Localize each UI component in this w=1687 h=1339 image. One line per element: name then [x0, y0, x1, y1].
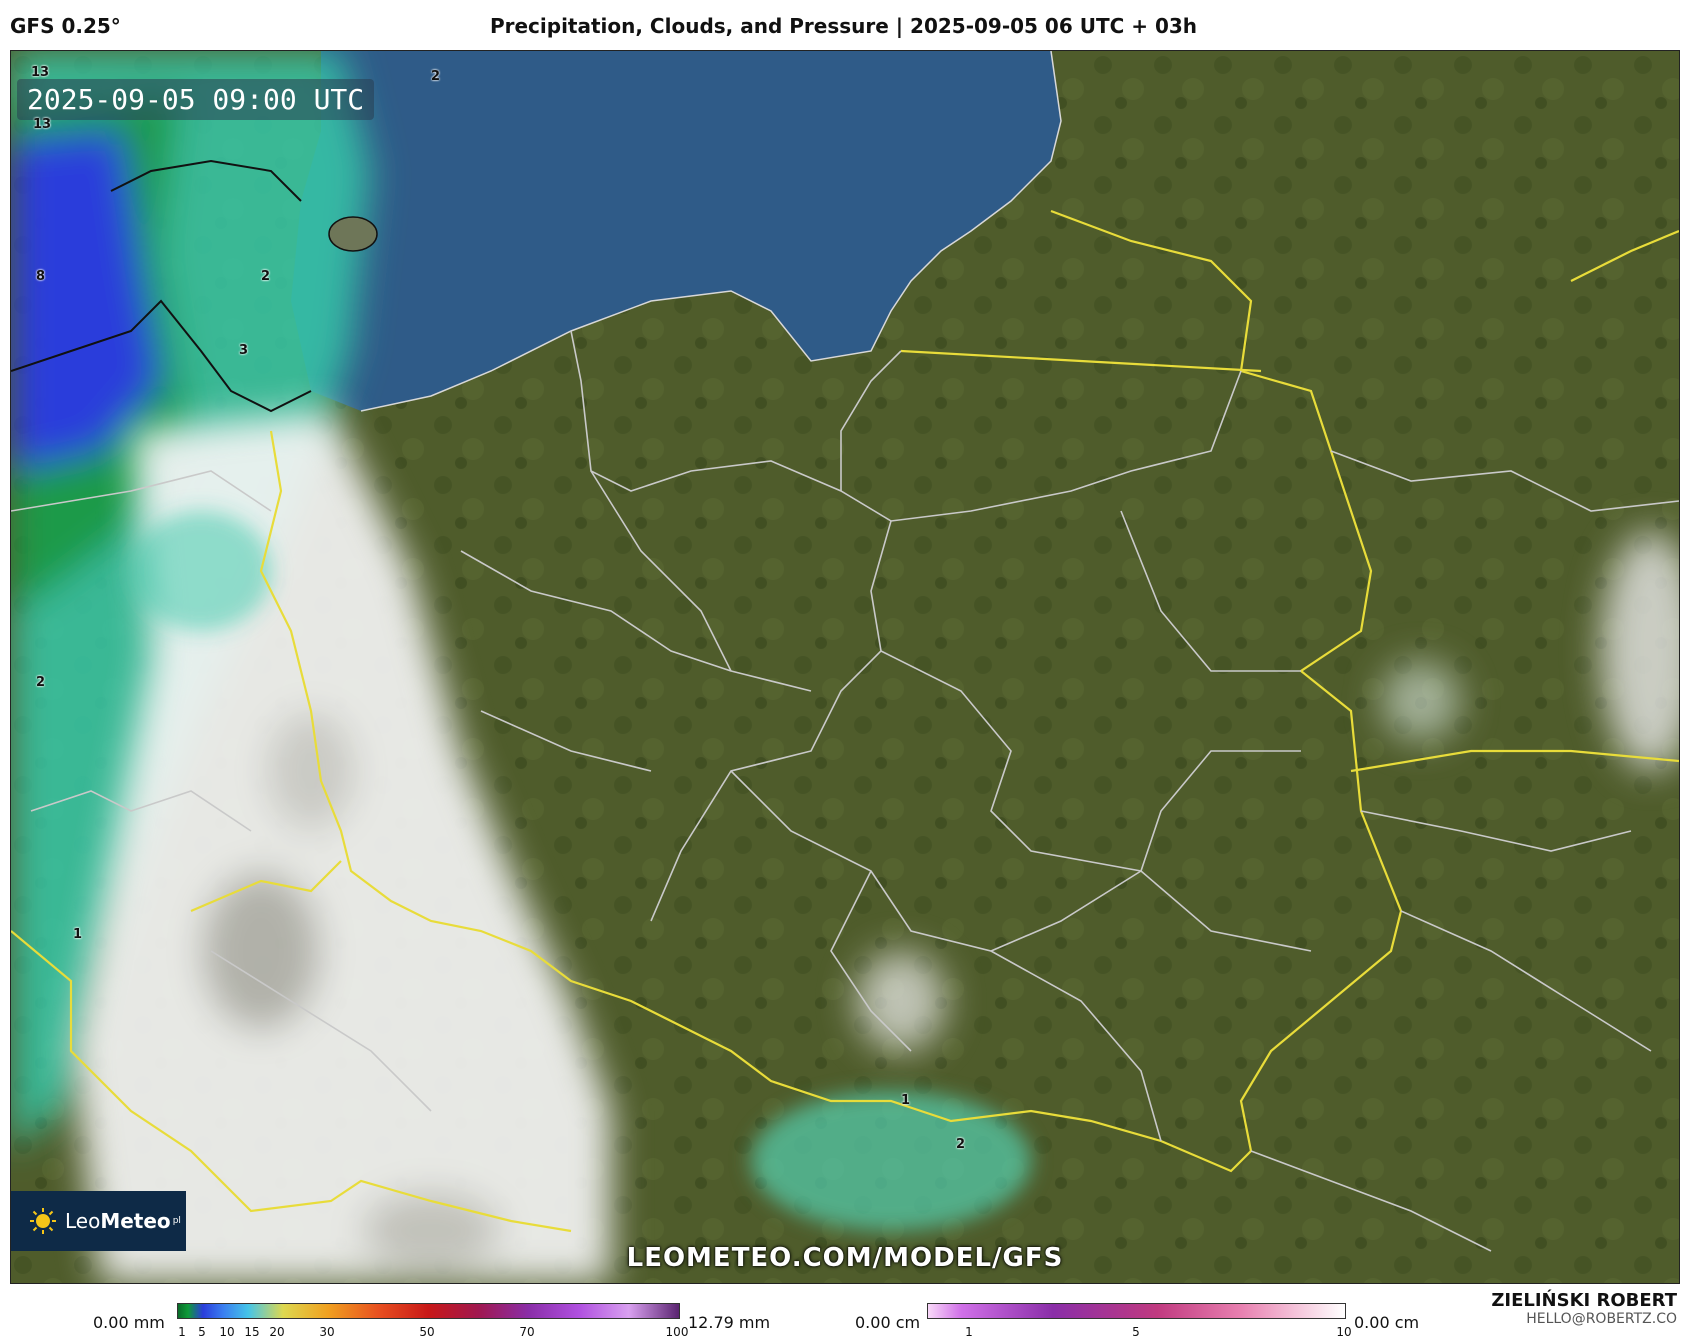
- precip-min-label: 0.00 mm: [93, 1313, 165, 1332]
- precip-tick: 5: [198, 1325, 206, 1339]
- precip-tick: 10: [219, 1325, 235, 1339]
- precip-max-label: 12.79 mm: [688, 1313, 771, 1332]
- author-credit: ZIELIŃSKI ROBERT HELLO@ROBERTZ.CO: [1491, 1290, 1677, 1327]
- snow-tick: 10: [1336, 1325, 1352, 1339]
- map-title: Precipitation, Clouds, and Pressure | 20…: [489, 14, 1198, 38]
- sun-icon: [30, 1208, 56, 1234]
- precip-label: 2: [956, 1137, 966, 1152]
- precip-label: 3: [239, 343, 249, 358]
- bornholm-island: [328, 216, 378, 252]
- precip-tick: 1: [178, 1325, 186, 1339]
- precip-label: 2: [431, 69, 441, 84]
- map-canvas: [11, 51, 1679, 1283]
- logo-text-bold: Meteo: [100, 1209, 171, 1233]
- snow-min-label: 0.00 cm: [855, 1313, 921, 1332]
- logo-text-light: Leo: [65, 1209, 101, 1233]
- precip-label: 13: [31, 65, 50, 80]
- snow-tick: 5: [1132, 1325, 1140, 1339]
- precip-tick: 50: [419, 1325, 435, 1339]
- weather-map[interactable]: 2025-09-05 09:00 UTC 13 2 13 8 2 3 2 1 1…: [10, 50, 1680, 1284]
- precip-label: 13: [33, 117, 52, 132]
- leometeo-logo[interactable]: Leo Meteo pl: [11, 1191, 186, 1251]
- logo-suffix: pl: [172, 1216, 181, 1226]
- watermark-url[interactable]: LEOMETEO.COM/MODEL/GFS: [11, 1243, 1679, 1273]
- snow-colorbar: [927, 1303, 1346, 1319]
- snow-tick: 1: [965, 1325, 973, 1339]
- author-email[interactable]: HELLO@ROBERTZ.CO: [1491, 1311, 1677, 1327]
- precip-colorbar: [177, 1303, 680, 1319]
- precip-tick: 20: [269, 1325, 285, 1339]
- precip-tick: 70: [519, 1325, 535, 1339]
- precip-tick: 15: [244, 1325, 260, 1339]
- author-name: ZIELIŃSKI ROBERT: [1491, 1290, 1677, 1311]
- precip-label: 8: [36, 269, 46, 284]
- precip-label: 2: [36, 675, 46, 690]
- precip-label: 1: [73, 927, 83, 942]
- precip-tick: 100: [665, 1325, 689, 1339]
- valid-time-stamp: 2025-09-05 09:00 UTC: [17, 79, 375, 120]
- precip-label: 2: [261, 269, 271, 284]
- precip-label: 1: [901, 1093, 911, 1108]
- header: GFS 0.25° Precipitation, Clouds, and Pre…: [0, 0, 1687, 50]
- precip-tick: 30: [319, 1325, 335, 1339]
- snow-max-label: 0.00 cm: [1354, 1313, 1420, 1332]
